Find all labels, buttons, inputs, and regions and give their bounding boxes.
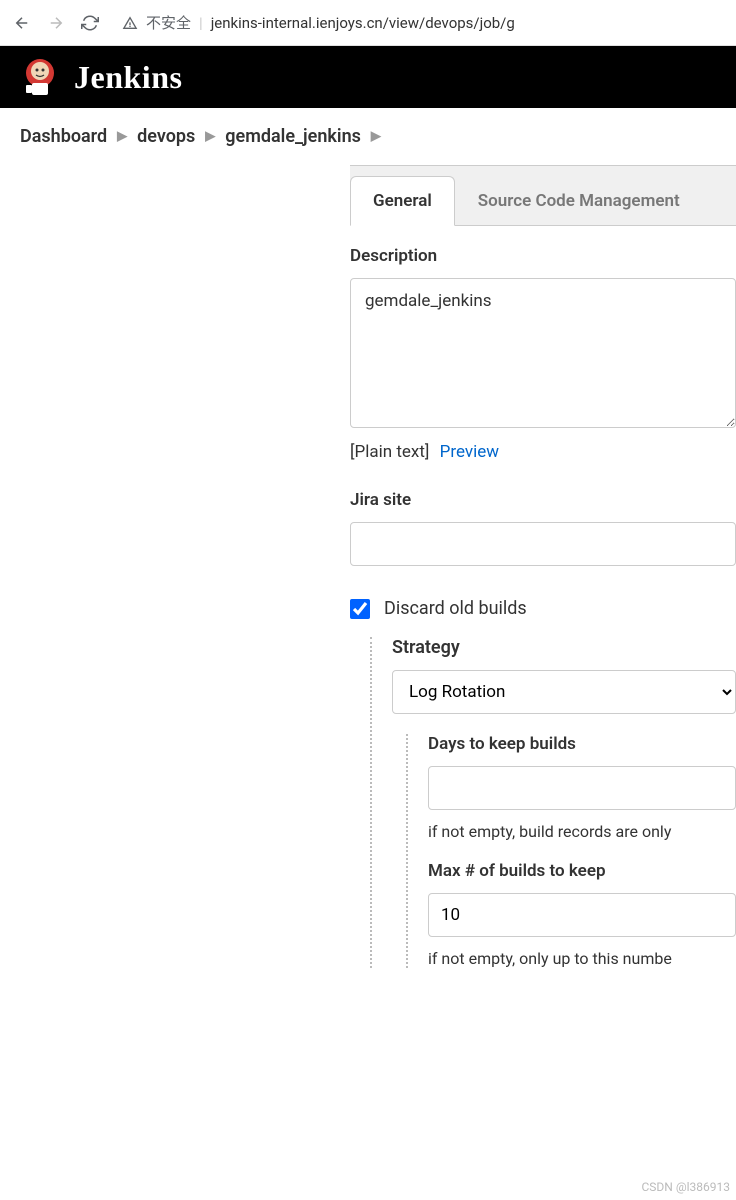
breadcrumb-job[interactable]: gemdale_jenkins [225, 126, 361, 147]
description-input[interactable] [350, 278, 736, 428]
jenkins-header: Jenkins [0, 46, 736, 108]
watermark: CSDN @l386913 [641, 1180, 730, 1194]
days-label: Days to keep builds [428, 734, 736, 754]
days-help: if not empty, build records are only [428, 822, 736, 841]
tab-source-code[interactable]: Source Code Management [455, 176, 703, 225]
max-input[interactable] [428, 893, 736, 937]
chevron-right-icon: ▶ [205, 129, 215, 144]
days-input[interactable] [428, 766, 736, 810]
plain-text-label: [Plain text] [350, 442, 429, 462]
max-label: Max # of builds to keep [428, 861, 736, 881]
url-text: jenkins-internal.ienjoys.cn/view/devops/… [211, 14, 515, 32]
config-tabs: General Source Code Management [350, 165, 736, 226]
tab-general[interactable]: General [350, 176, 455, 226]
jenkins-icon [18, 55, 62, 99]
strategy-label: Strategy [392, 637, 736, 658]
chevron-right-icon: ▶ [371, 129, 381, 144]
strategy-select[interactable]: Log Rotation [392, 670, 736, 714]
forward-icon[interactable] [46, 13, 66, 33]
discard-label: Discard old builds [384, 598, 527, 619]
warning-icon [122, 15, 138, 31]
jira-label: Jira site [350, 490, 736, 510]
back-icon[interactable] [12, 13, 32, 33]
breadcrumb-devops[interactable]: devops [137, 126, 195, 147]
address-bar[interactable]: 不安全 | jenkins-internal.ienjoys.cn/view/d… [114, 8, 724, 37]
reload-icon[interactable] [80, 13, 100, 33]
breadcrumb: Dashboard ▶ devops ▶ gemdale_jenkins ▶ [0, 108, 736, 165]
not-secure-label: 不安全 [146, 12, 191, 33]
browser-toolbar: 不安全 | jenkins-internal.ienjoys.cn/view/d… [0, 0, 736, 46]
jenkins-logo[interactable]: Jenkins [18, 55, 182, 99]
chevron-right-icon: ▶ [117, 129, 127, 144]
preview-link[interactable]: Preview [440, 442, 499, 462]
description-label: Description [350, 246, 736, 266]
jira-input[interactable] [350, 522, 736, 566]
breadcrumb-dashboard[interactable]: Dashboard [20, 126, 107, 147]
discard-checkbox[interactable] [350, 599, 370, 619]
max-help: if not empty, only up to this numbe [428, 949, 736, 968]
jenkins-title: Jenkins [74, 59, 182, 96]
